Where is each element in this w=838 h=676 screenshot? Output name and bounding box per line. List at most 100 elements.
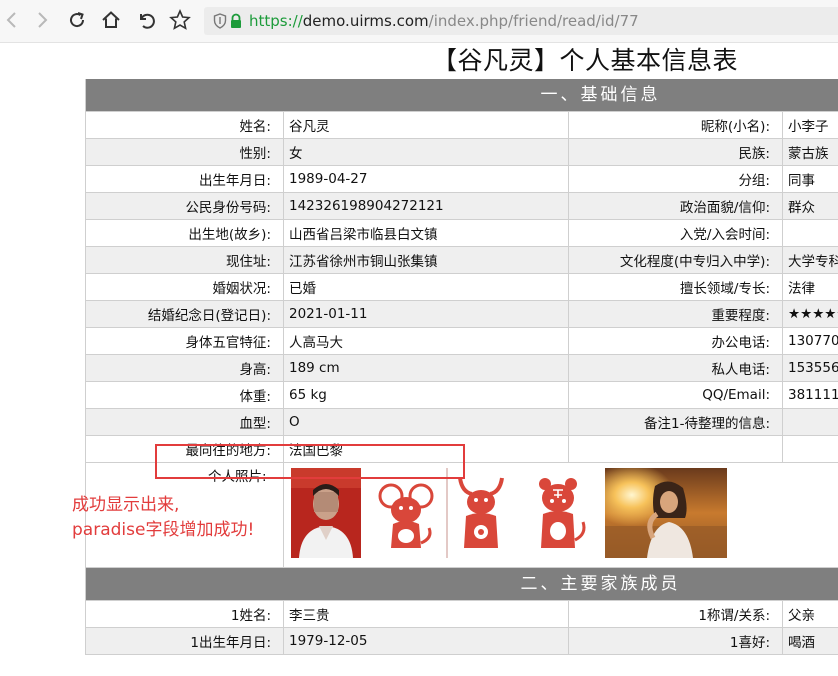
zodiac-rat-image [371,468,441,558]
field-label: 现住址: [85,246,284,274]
family-table: 1姓名: 李三贵 1称谓/关系: 父亲 1出生年月日: 1979-12-05 1喜好: 喝酒 [85,600,838,655]
field-value: 李三贵 [283,600,569,628]
field-label: 婚姻状况: [85,273,284,301]
field-label: 办公电话: [568,327,783,355]
highlight-box [155,444,465,479]
section-header-basic: 一、基础信息 [85,79,838,111]
zodiac-ox-image [446,468,516,558]
sunset-field-photo[interactable] [605,468,727,558]
info-row: 身体五官特征:人高马大办公电话:13077065 [85,327,838,355]
field-value: ★★★★☆ [782,300,838,328]
field-value: 15355667 [782,354,838,382]
forward-icon[interactable] [30,8,54,32]
url-text[interactable]: https://demo.uirms.com/index.php/friend/… [249,11,639,31]
field-label: 1喜好: [568,627,783,655]
url-host: demo.uirms.com [302,12,429,30]
field-label: 1称谓/关系: [568,600,783,628]
field-value: 小李子 [782,111,838,139]
field-value: 谷凡灵 [283,111,569,139]
field-label: 姓名: [85,111,284,139]
field-label: 入党/入会时间: [568,219,783,247]
reload-icon[interactable] [65,8,89,32]
section-header-family: 二、主要家族成员 [85,568,838,600]
home-icon[interactable] [99,8,123,32]
info-sheet: 一、基础信息 姓名: 谷凡灵 昵称(小名): 小李子 性别: 女民族: 蒙古族 出生年月日: 1… [85,79,838,655]
field-value: 人高马大 [283,327,569,355]
field-label: 私人电话: [568,354,783,382]
field-value: 群众 [782,192,838,220]
field-label: 体重: [85,381,284,409]
field-label: 重要程度: [568,300,783,328]
url-path: /index.php/friend/read/id/77 [428,12,639,30]
field-value: 蒙古族 [782,138,838,166]
url-scheme: https:// [249,12,303,30]
info-row: 公民身份号码: 142326198904272121 政治面貌/信仰: 群众 [85,192,838,220]
field-value: 189 cm [283,354,569,382]
annotation-line-2: paradise字段增加成功! [72,520,255,540]
field-value: 65 kg [283,381,569,409]
info-row: 现住址: 江苏省徐州市铜山张集镇 文化程度(中专归入中学): 大学专科 [85,246,838,274]
info-row: 身高:189 cm私人电话:15355667 [85,354,838,382]
address-bar[interactable]: https://demo.uirms.com/index.php/friend/… [204,7,838,35]
field-label: 擅长领域/专长: [568,273,783,301]
field-value: 江苏省徐州市铜山张集镇 [283,246,569,274]
annotation-note: 成功显示出来, paradise字段增加成功! [72,493,254,543]
field-value: 13077065 [782,327,838,355]
field-label: 结婚纪念日(登记日): [85,300,284,328]
info-row: 出生地(故乡): 山西省吕梁市临县白文镇 入党/入会时间: [85,219,838,247]
field-value: 大学专科 [782,246,838,274]
field-value [782,219,838,247]
family-row: 1姓名: 李三贵 1称谓/关系: 父亲 [85,600,838,628]
field-value: 法律 [782,273,838,301]
basic-info-table: 姓名: 谷凡灵 昵称(小名): 小李子 性别: 女民族: 蒙古族 出生年月日: 1989-04-… [85,111,838,463]
lock-icon [229,13,243,33]
field-value: 2021-01-11 [283,300,569,328]
back-icon[interactable] [0,8,24,32]
field-label: 1姓名: [85,600,284,628]
field-label: 身体五官特征: [85,327,284,355]
info-row: 结婚纪念日(登记日):2021-01-11重要程度:★★★★☆ [85,300,838,328]
field-label: 出生年月日: [85,165,284,193]
field-value: 女 [283,138,569,166]
info-row: 出生年月日: 1989-04-27 分组: 同事 [85,165,838,193]
field-label: 公民身份号码: [85,192,284,220]
family-row: 1出生年月日: 1979-12-05 1喜好: 喝酒 [85,627,838,655]
field-value: 山西省吕梁市临县白文镇 [283,219,569,247]
field-label: 民族: [568,138,783,166]
field-label: 备注1-待整理的信息: [568,408,783,436]
field-label: 政治面貌/信仰: [568,192,783,220]
field-label: 1出生年月日: [85,627,284,655]
field-value: 38111111 [782,381,838,409]
field-label: 性别: [85,138,284,166]
field-label: 血型: [85,408,284,436]
zodiac-tiger-image [523,468,593,558]
field-value: 1979-12-05 [283,627,569,655]
field-label: 出生地(故乡): [85,219,284,247]
annotation-line-1: 成功显示出来, [72,495,180,515]
browser-toolbar: https://demo.uirms.com/index.php/friend/… [0,0,838,43]
field-label: QQ/Email: [568,381,783,409]
field-value: 同事 [782,165,838,193]
info-row: 体重:65 kgQQ/Email:38111111 [85,381,838,409]
portrait-photo[interactable] [291,468,361,558]
field-value: 142326198904272121 [283,192,569,220]
field-label [568,435,783,463]
undo-icon[interactable] [134,8,158,32]
field-label: 分组: [568,165,783,193]
field-value: 父亲 [782,600,838,628]
field-label: 身高: [85,354,284,382]
field-label: 昵称(小名): [568,111,783,139]
field-label: 文化程度(中专归入中学): [568,246,783,274]
info-row: 姓名: 谷凡灵 昵称(小名): 小李子 [85,111,838,139]
info-row: 婚姻状况: 已婚 擅长领域/专长: 法律 [85,273,838,301]
field-value: O [283,408,569,436]
field-value: 1989-04-27 [283,165,569,193]
field-value: 已婚 [283,273,569,301]
info-row: 血型: O 备注1-待整理的信息: [85,408,838,436]
page-title: 【谷凡灵】个人基本信息表 [432,46,739,75]
star-icon[interactable] [168,8,192,32]
info-row: 性别: 女民族: 蒙古族 [85,138,838,166]
shield-icon[interactable] [213,13,227,33]
field-value: 喝酒 [782,627,838,655]
field-value [782,408,838,436]
